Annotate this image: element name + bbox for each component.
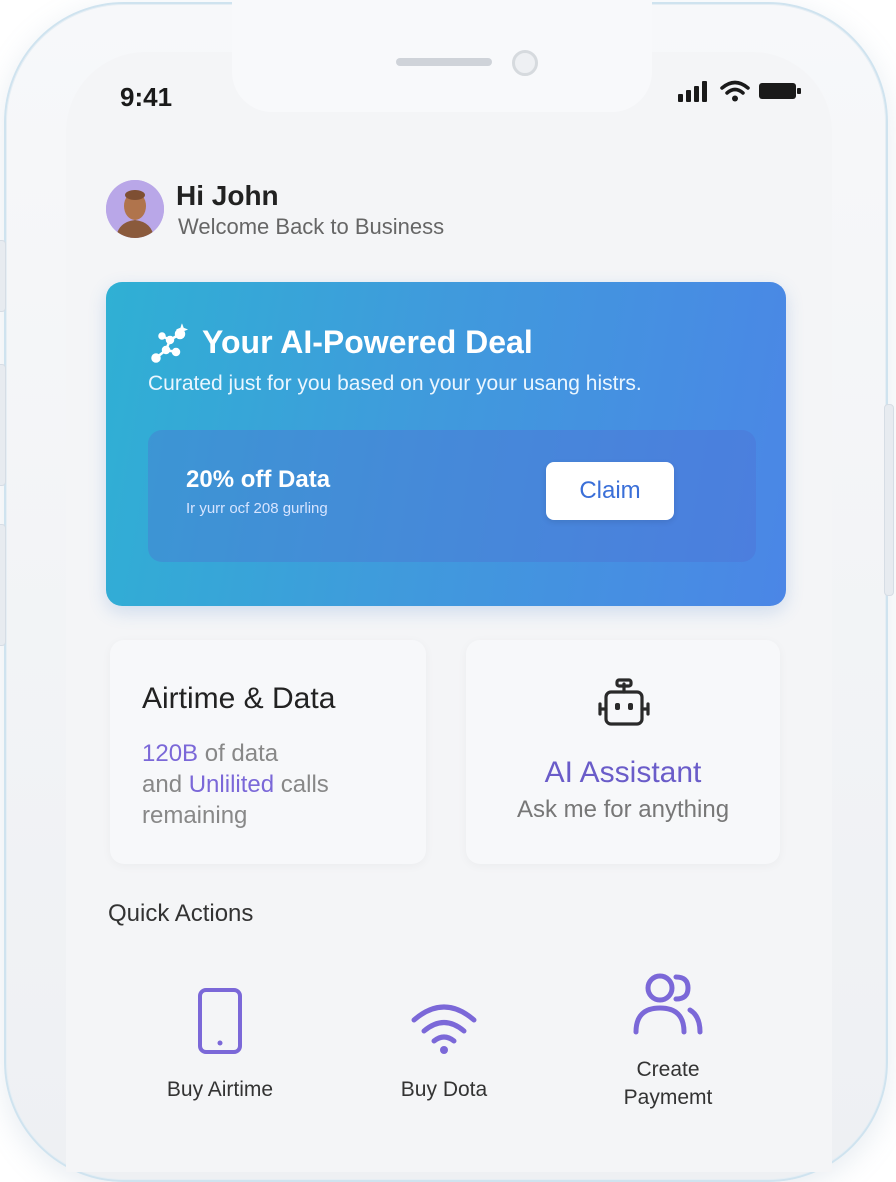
power-button	[884, 404, 894, 596]
quick-action-buy-data[interactable]: Buy Dota	[364, 980, 524, 1104]
phone-icon	[198, 988, 242, 1054]
welcome-subtitle: Welcome Back to Business	[178, 214, 445, 239]
calls-text: calls	[274, 771, 329, 798]
sparkle-network-icon	[151, 323, 189, 363]
qa-icon-wrap	[364, 980, 524, 1056]
data-text: of data	[198, 740, 279, 767]
remaining-text: remaining	[142, 802, 248, 829]
status-icons	[676, 80, 802, 102]
quick-action-label: Buy Airtime	[166, 1078, 274, 1101]
claim-button[interactable]: Claim	[546, 462, 674, 520]
volume-up-button	[0, 364, 6, 486]
airtime-card-description: 120B of data and Unlilited calls remaini…	[142, 738, 412, 831]
status-time: 9:41	[120, 82, 173, 112]
person-photo-icon	[106, 180, 164, 238]
airtime-card-title: Airtime & Data	[142, 682, 336, 715]
quick-actions-title: Quick Actions	[108, 900, 254, 927]
battery-icon	[759, 83, 801, 99]
qa-icon-wrap	[140, 980, 300, 1056]
deal-subtitle: Curated just for you based on your your …	[148, 372, 642, 395]
deal-title: Your AI-Powered Deal	[202, 324, 533, 360]
wifi-icon	[720, 80, 750, 102]
offer-subtitle: Ir yurr ocf 208 gurling	[186, 500, 328, 517]
and-text: and	[142, 771, 189, 798]
qa-icon-wrap	[588, 960, 748, 1036]
volume-down-button	[0, 524, 6, 646]
users-icon	[633, 973, 703, 1035]
side-button	[0, 240, 6, 312]
robot-icon	[598, 678, 650, 726]
offer-box: 20% off Data Ir yurr ocf 208 gurling Cla…	[148, 430, 756, 562]
airtime-data-card[interactable]: Airtime & Data 120B of data and Unlilite…	[110, 640, 426, 864]
ai-deal-card[interactable]: Your AI-Powered Deal Curated just for yo…	[106, 282, 786, 606]
assistant-title: AI Assistant	[544, 756, 702, 789]
ai-assistant-card[interactable]: AI Assistant Ask me for anything	[466, 640, 780, 864]
quick-action-label: Create Paymemt	[623, 1058, 713, 1109]
speaker	[396, 58, 492, 66]
avatar[interactable]	[106, 180, 164, 238]
wifi-icon	[411, 1004, 477, 1054]
quick-action-create-payment[interactable]: Create Paymemt	[588, 960, 748, 1112]
assistant-subtitle: Ask me for anything	[516, 796, 730, 823]
greeting: Hi John	[176, 180, 279, 211]
data-amount: 120B	[142, 740, 199, 767]
front-camera	[512, 50, 538, 76]
offer-title: 20% off Data	[186, 466, 331, 493]
notch	[232, 0, 652, 112]
signal-icon	[678, 81, 707, 102]
quick-action-buy-airtime[interactable]: Buy Airtime	[140, 980, 300, 1104]
quick-action-label: Buy Dota	[400, 1078, 488, 1101]
calls-amount: Unlilited	[188, 771, 275, 798]
